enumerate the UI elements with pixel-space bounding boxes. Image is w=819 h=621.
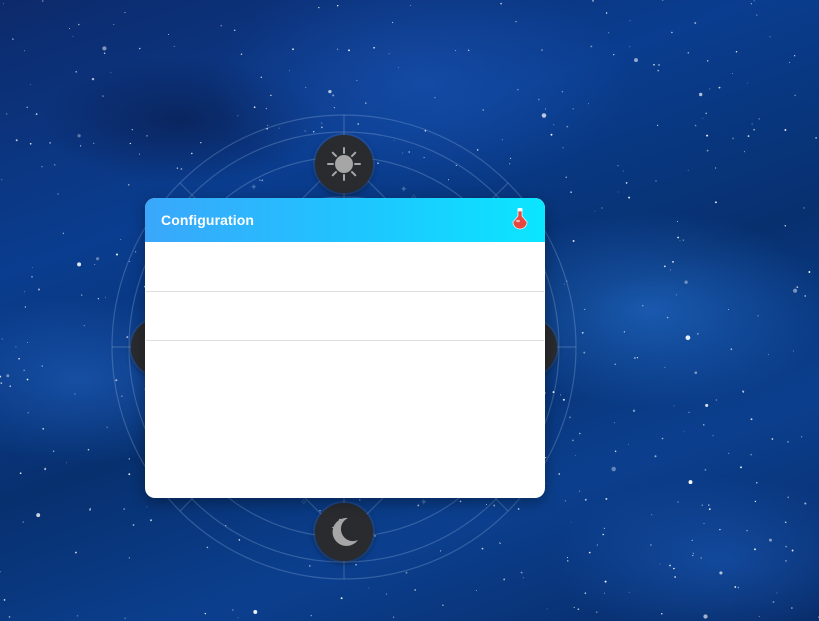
svg-text:✦: ✦ bbox=[250, 183, 258, 193]
config-row bbox=[146, 242, 544, 292]
starfield-background: ✦ ✧ ✦ ✧ ✦ bbox=[0, 0, 819, 621]
moon-orb-button[interactable] bbox=[315, 503, 373, 561]
potion-flask-icon bbox=[512, 208, 528, 230]
sun-orb-button[interactable] bbox=[315, 135, 373, 193]
potion-button[interactable] bbox=[509, 207, 531, 233]
svg-text:✦: ✦ bbox=[420, 498, 428, 508]
configuration-panel: Configuration bbox=[145, 198, 545, 498]
sun-icon bbox=[327, 147, 361, 181]
moon-icon bbox=[331, 517, 358, 546]
svg-text:✧: ✧ bbox=[300, 498, 308, 508]
panel-title: Configuration bbox=[161, 212, 255, 228]
svg-text:✦: ✦ bbox=[400, 185, 408, 195]
panel-body bbox=[145, 341, 545, 497]
panel-header: Configuration bbox=[145, 198, 545, 242]
config-row bbox=[146, 292, 544, 341]
